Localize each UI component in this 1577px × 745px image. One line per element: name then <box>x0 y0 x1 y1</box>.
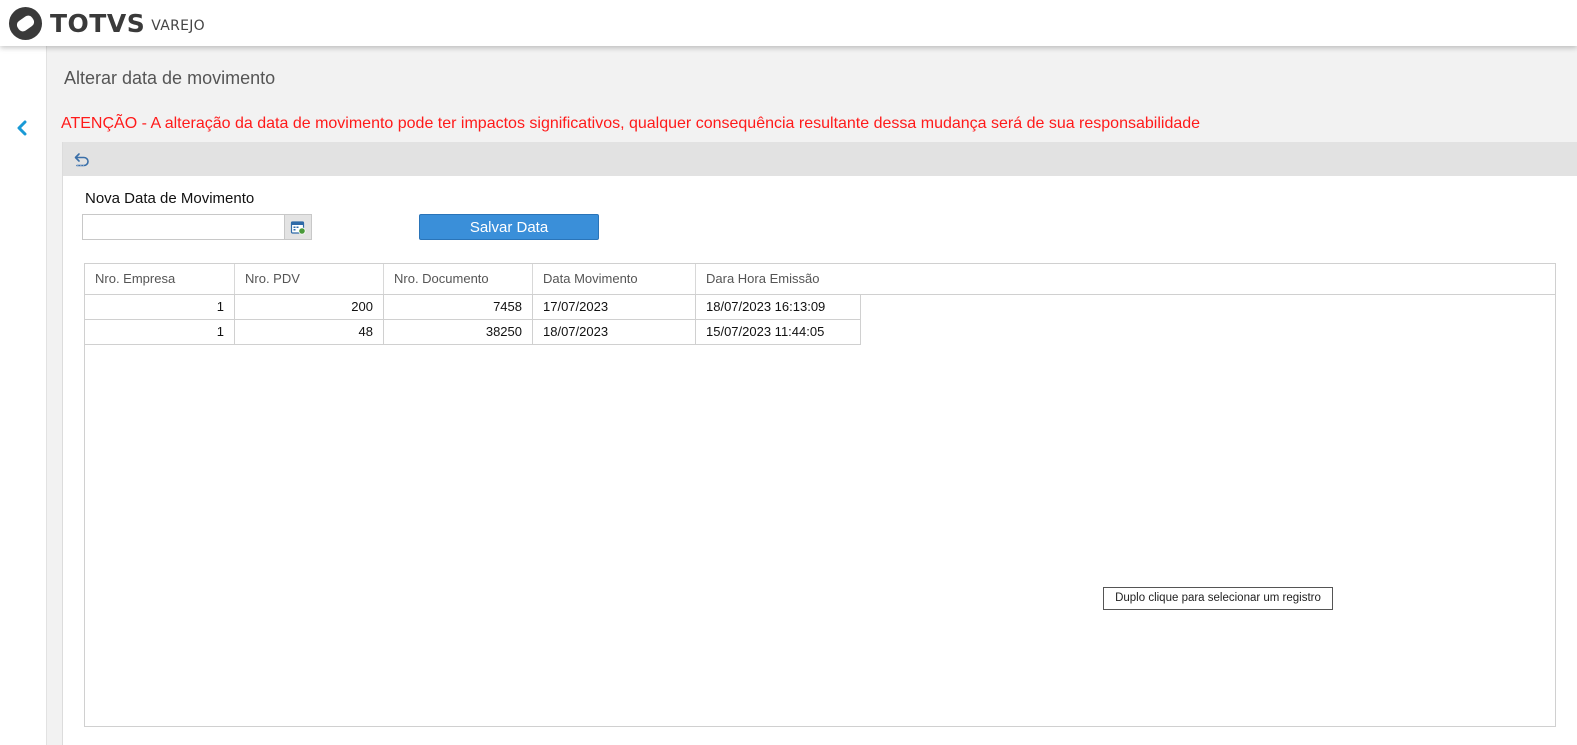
main-content: Alterar data de movimento ATENÇÃO - A al… <box>47 46 1577 745</box>
cell-pdv: 200 <box>235 295 384 319</box>
records-grid: Nro. Empresa Nro. PDV Nro. Documento Dat… <box>84 263 1556 727</box>
cell-data-movimento: 18/07/2023 <box>533 320 696 344</box>
column-header-data-movimento[interactable]: Data Movimento <box>533 264 696 294</box>
cell-documento: 38250 <box>384 320 533 344</box>
cell-data-hora-emissao: 18/07/2023 16:13:09 <box>706 299 826 314</box>
panel-toolbar <box>63 142 1577 176</box>
table-row[interactable]: 1 48 38250 18/07/2023 15/07/2023 11:44:0… <box>85 320 861 345</box>
warning-message: ATENÇÃO - A alteração da data de movimen… <box>61 115 1201 132</box>
cell-documento: 7458 <box>384 295 533 319</box>
column-header-documento[interactable]: Nro. Documento <box>384 264 533 294</box>
save-date-button[interactable]: Salvar Data <box>419 214 599 240</box>
cell-empresa: 1 <box>85 320 235 344</box>
cell-data-movimento: 17/07/2023 <box>533 295 696 319</box>
grid-tooltip: Duplo clique para selecionar um registro <box>1103 587 1333 610</box>
new-date-input[interactable] <box>82 214 285 240</box>
calendar-icon <box>290 221 306 235</box>
totvs-logo-icon <box>8 6 43 41</box>
column-header-data-hora-emissao[interactable]: Dara Hora Emissão <box>696 264 896 294</box>
totvs-logo[interactable]: TOTVS VAREJO <box>8 6 205 41</box>
cell-empresa: 1 <box>85 295 235 319</box>
brand-name: TOTVS <box>50 9 146 38</box>
grid-header: Nro. Empresa Nro. PDV Nro. Documento Dat… <box>85 264 1555 295</box>
column-header-empresa[interactable]: Nro. Empresa <box>85 264 235 294</box>
calendar-button[interactable] <box>284 214 312 240</box>
form-panel: Nova Data de Movimento Salvar Data Nro. … <box>62 142 1577 745</box>
brand-subtitle: VAREJO <box>151 18 205 34</box>
undo-icon[interactable] <box>74 152 90 168</box>
page-title: Alterar data de movimento <box>64 68 276 88</box>
sidebar <box>0 46 47 745</box>
date-field-label: Nova Data de Movimento <box>85 190 255 207</box>
chevron-left-icon[interactable] <box>14 118 30 138</box>
column-header-pdv[interactable]: Nro. PDV <box>235 264 384 294</box>
top-bar: TOTVS VAREJO <box>0 0 1577 46</box>
cell-pdv: 48 <box>235 320 384 344</box>
table-row[interactable]: 1 200 7458 17/07/2023 18/07/2023 16:13:0… <box>85 295 861 320</box>
cell-data-hora-emissao: 15/07/2023 11:44:05 <box>706 324 825 339</box>
